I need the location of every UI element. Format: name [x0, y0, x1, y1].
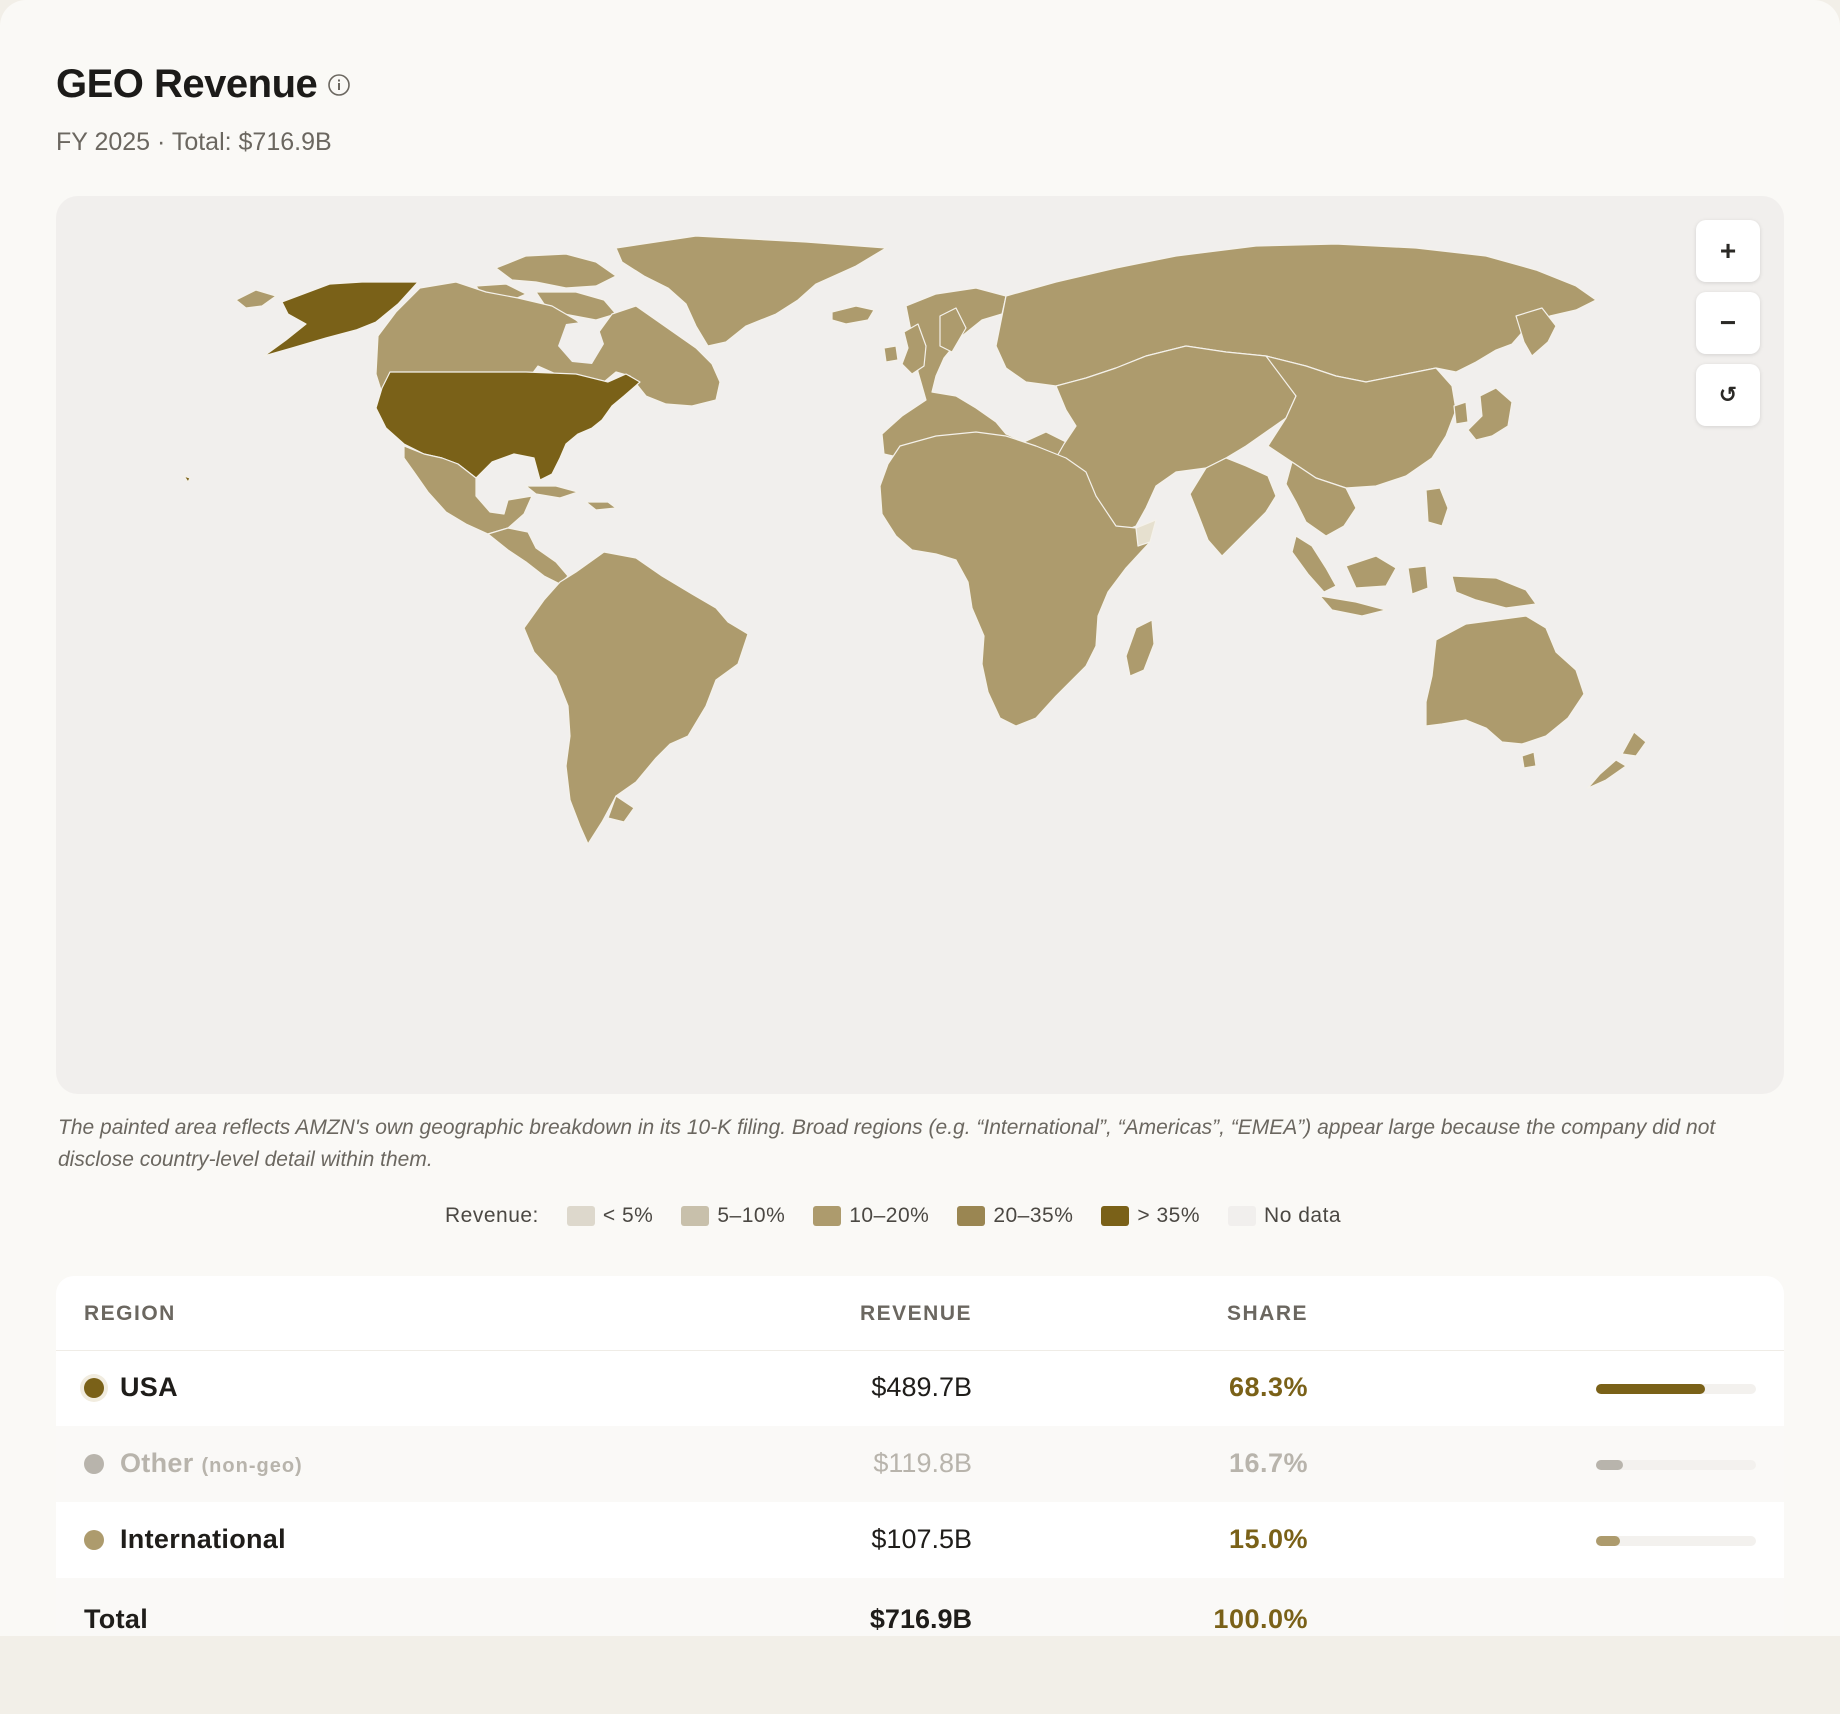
legend-item: > 35% — [1101, 1204, 1200, 1228]
region-name-wrapper: Other (non-geo) — [120, 1448, 303, 1479]
legend-label: 20–35% — [993, 1204, 1074, 1227]
region-south-america — [523, 551, 749, 845]
legend-swatch — [1101, 1206, 1130, 1226]
share-bar — [1596, 1536, 1756, 1546]
legend-title: Revenue: — [445, 1204, 539, 1227]
table-row[interactable]: Other (non-geo) $119.8B 16.7% — [56, 1426, 1784, 1502]
region-name: International — [120, 1524, 286, 1554]
region-subtitle: (non-geo) — [201, 1455, 303, 1477]
region-name: USA — [120, 1372, 178, 1402]
total-label: Total — [84, 1604, 148, 1634]
share-value: 16.7% — [1228, 1448, 1308, 1478]
revenue-value: $119.8B — [873, 1448, 972, 1478]
zoom-in-button[interactable]: + — [1696, 220, 1760, 282]
info-icon[interactable] — [327, 73, 351, 97]
region-madagascar — [1125, 619, 1155, 677]
legend-label: > 35% — [1137, 1204, 1201, 1227]
reset-view-button[interactable]: ↺ — [1696, 364, 1760, 426]
region-indonesia — [1319, 595, 1387, 617]
page-subtitle: FY 2025 · Total: $716.9B — [56, 128, 332, 156]
total-share: 100.0% — [1213, 1604, 1308, 1634]
legend-swatch — [813, 1206, 842, 1226]
geo-revenue-card: GEO Revenue FY 2025 · Total: $716.9B + −… — [0, 0, 1840, 1636]
map-footnote: The painted area reflects AMZN's own geo… — [58, 1116, 1716, 1171]
world-map[interactable] — [56, 196, 1784, 1094]
table-row[interactable]: International $107.5B 15.0% — [56, 1502, 1784, 1578]
share-bar-fill — [1596, 1384, 1705, 1394]
page-bottom — [0, 1636, 1840, 1714]
header-region[interactable]: REGION — [84, 1302, 176, 1326]
legend-item: 10–20% — [813, 1204, 929, 1228]
share-bar-fill — [1596, 1536, 1620, 1546]
legend-swatch — [566, 1206, 595, 1226]
legend-item: 5–10% — [681, 1204, 785, 1228]
region-color-dot — [84, 1378, 104, 1398]
legend-item: < 5% — [566, 1204, 654, 1228]
region-iceland — [831, 305, 875, 325]
legend-label: 5–10% — [717, 1204, 786, 1227]
region-name: Other — [120, 1448, 194, 1478]
world-map-panel[interactable]: + − ↺ — [56, 196, 1784, 1094]
legend-label: < 5% — [602, 1204, 654, 1227]
header-revenue[interactable]: REVENUE — [860, 1302, 972, 1326]
share-bar — [1596, 1384, 1756, 1394]
region-new-zealand — [1621, 731, 1647, 757]
region-color-dot — [84, 1454, 104, 1474]
header-share[interactable]: SHARE — [1227, 1302, 1308, 1326]
region-arctic-islands — [495, 253, 617, 289]
legend-swatch — [1228, 1206, 1257, 1226]
legend-item: No data — [1228, 1204, 1341, 1228]
region-australia — [1425, 615, 1585, 745]
legend-swatch — [681, 1206, 710, 1226]
region-india — [1189, 457, 1277, 557]
region-color-dot — [84, 1530, 104, 1550]
table-total-row: Total $716.9B 100.0% — [56, 1578, 1784, 1636]
share-bar-fill — [1596, 1460, 1623, 1470]
share-value: 15.0% — [1228, 1524, 1308, 1554]
zoom-out-button[interactable]: − — [1696, 292, 1760, 354]
legend-item: 20–35% — [957, 1204, 1073, 1228]
share-value: 68.3% — [1228, 1372, 1308, 1402]
page-title: GEO Revenue — [56, 62, 318, 106]
share-bar — [1596, 1460, 1756, 1470]
legend: Revenue: < 5% 5–10% 10–20% 20–35% > 35% … — [445, 1204, 1369, 1228]
revenue-value: $489.7B — [871, 1372, 972, 1402]
table-row[interactable]: USA $489.7B 68.3% — [56, 1350, 1784, 1426]
revenue-value: $107.5B — [871, 1524, 972, 1554]
table-header: REGION REVENUE SHARE — [56, 1276, 1784, 1351]
region-central-america — [487, 527, 569, 585]
total-revenue: $716.9B — [869, 1604, 972, 1634]
legend-label: No data — [1264, 1204, 1342, 1227]
region-japan — [1467, 387, 1513, 441]
revenue-table: REGION REVENUE SHARE USA $489.7B 68.3% O… — [56, 1276, 1784, 1636]
legend-label: 10–20% — [849, 1204, 930, 1227]
legend-swatch — [957, 1206, 986, 1226]
title-row: GEO Revenue — [56, 62, 351, 107]
